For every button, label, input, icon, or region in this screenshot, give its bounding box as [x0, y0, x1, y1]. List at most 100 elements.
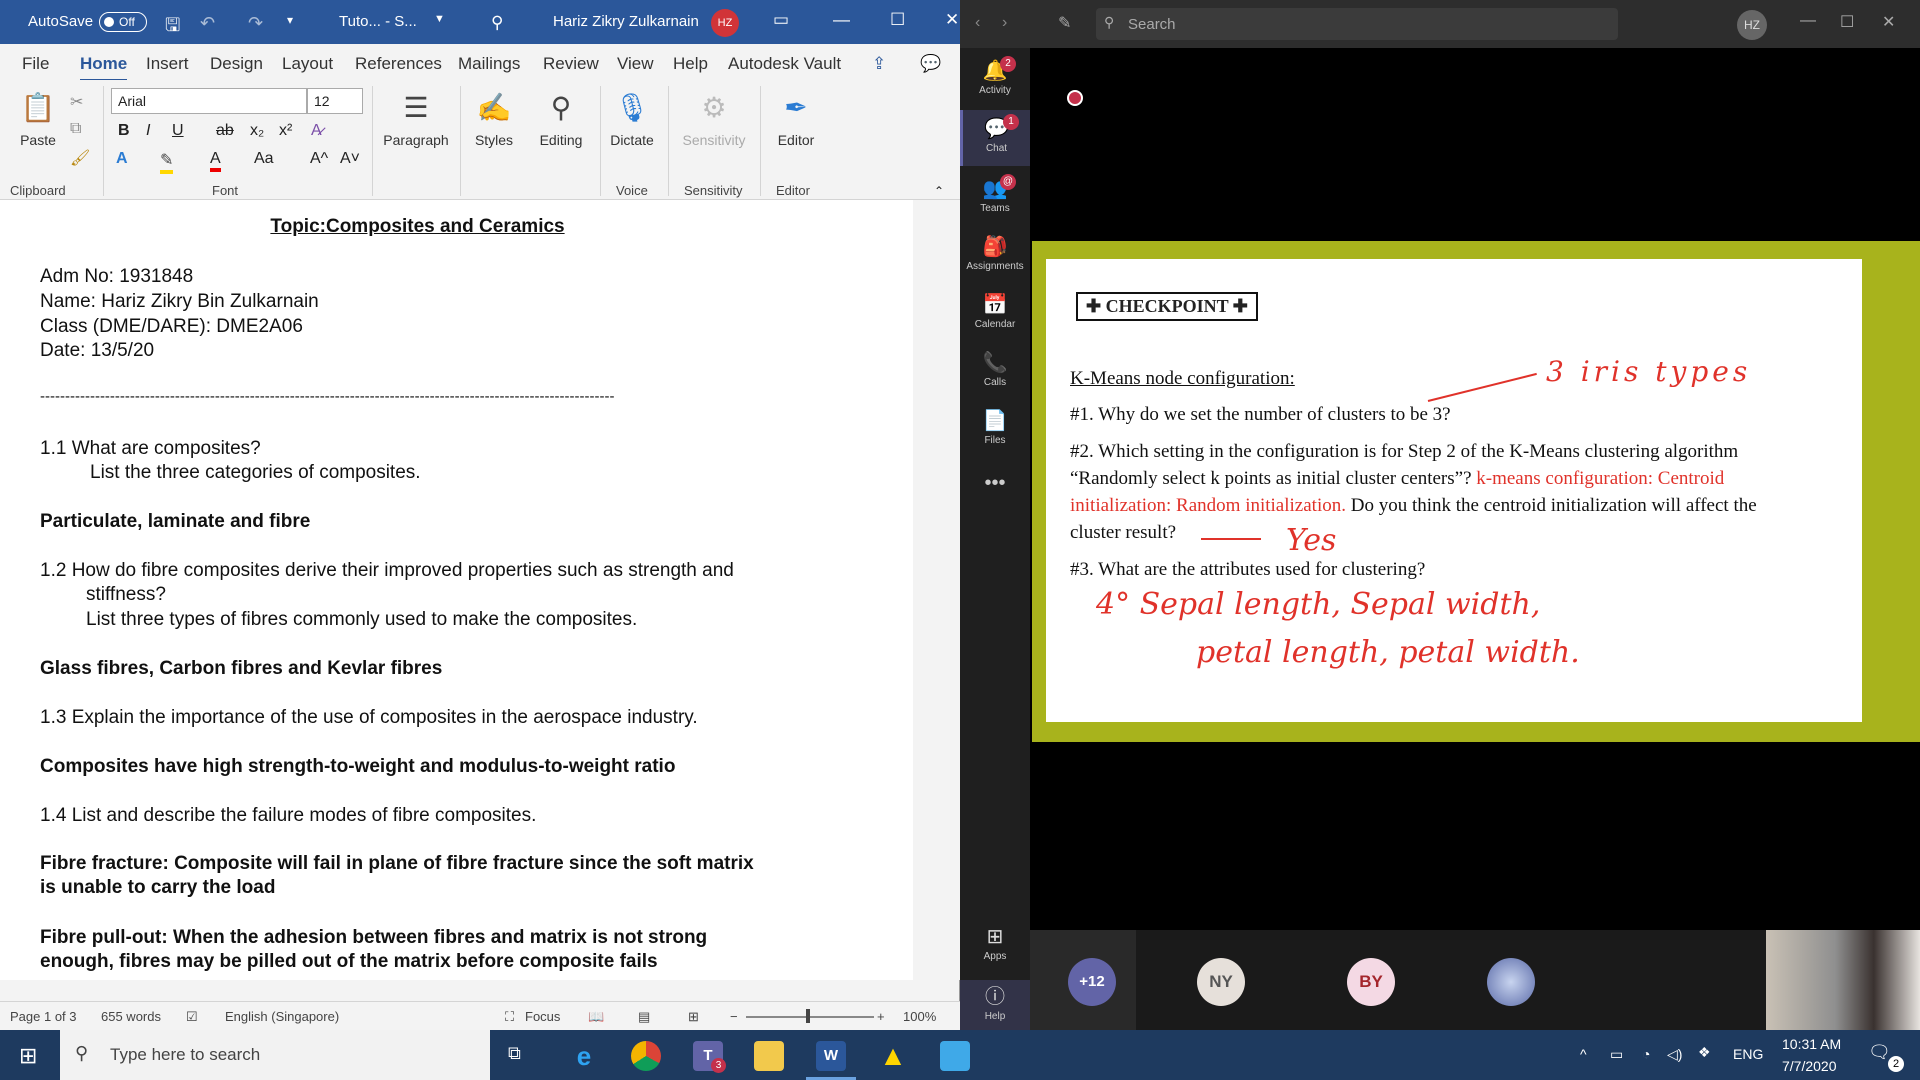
document-page[interactable]: Topic:Composites and Ceramics Adm No: 19…	[0, 200, 913, 980]
participant-by[interactable]: BY	[1286, 930, 1436, 1030]
teams-search-input[interactable]: Search	[1096, 8, 1618, 40]
word-taskbar-icon[interactable]: W	[816, 1041, 846, 1071]
title-dropdown-icon[interactable]: ▼	[434, 13, 445, 25]
focus-button[interactable]: Focus	[525, 1009, 560, 1024]
sensitivity-button[interactable]: ⚙ Sensitivity	[676, 88, 752, 148]
underline-button[interactable]: U	[172, 122, 184, 140]
shrink-font-icon[interactable]: A˅	[340, 150, 360, 168]
paragraph-button[interactable]: ☰ Paragraph	[380, 88, 452, 148]
participant-overflow[interactable]: +12	[1030, 930, 1136, 1030]
rail-apps[interactable]: ⊞ Apps	[960, 924, 1030, 976]
notification-icon[interactable]: 🗨	[1868, 1042, 1891, 1063]
compose-icon[interactable]: ✎	[1058, 13, 1071, 33]
doc-title[interactable]: Tuto... - S...	[339, 13, 417, 30]
participant-ny[interactable]: NY	[1136, 930, 1286, 1030]
tab-view[interactable]: View	[617, 54, 654, 74]
chrome-icon[interactable]	[631, 1041, 661, 1071]
zoom-slider[interactable]	[746, 1016, 874, 1018]
highlight-icon[interactable]: ✎	[160, 150, 174, 174]
ribbon-display-icon[interactable]: ▭	[773, 10, 789, 30]
wifi-icon[interactable]: ◔	[1642, 1046, 1650, 1062]
strikethrough-button[interactable]: ab	[216, 122, 234, 140]
more-apps-icon[interactable]: •••	[960, 472, 1030, 495]
save-icon[interactable]: 🖫	[165, 13, 180, 43]
language-status[interactable]: English (Singapore)	[225, 1009, 339, 1024]
tab-review[interactable]: Review	[543, 54, 599, 74]
dropbox-icon[interactable]: ❖	[1698, 1044, 1711, 1061]
grow-font-icon[interactable]: A^	[310, 150, 328, 168]
maximize-icon[interactable]: ☐	[1840, 12, 1854, 32]
dictate-button[interactable]: 🎙 Dictate	[604, 88, 660, 148]
tab-home[interactable]: Home	[80, 54, 128, 82]
autodesk-icon[interactable]: ▲	[878, 1041, 908, 1071]
teams-user-avatar[interactable]: HZ	[1737, 10, 1767, 40]
styles-button[interactable]: ✍ Styles	[466, 88, 522, 148]
battery-icon[interactable]: ▭	[1610, 1046, 1623, 1063]
word-count[interactable]: 655 words	[101, 1009, 161, 1024]
bold-button[interactable]: B	[118, 122, 130, 140]
superscript-button[interactable]: x²	[279, 122, 292, 140]
windows-start-icon[interactable]: ⊞	[19, 1043, 37, 1069]
vertical-scrollbar[interactable]	[913, 200, 960, 980]
web-layout-icon[interactable]: ⊞	[688, 1009, 699, 1025]
read-mode-icon[interactable]: 📖	[588, 1009, 604, 1025]
tray-chevron-icon[interactable]: ^	[1580, 1046, 1587, 1062]
rail-files[interactable]: 📄 Files	[960, 408, 1030, 460]
font-color-icon[interactable]: A	[210, 150, 221, 172]
tab-autodesk-vault[interactable]: Autodesk Vault	[728, 54, 841, 74]
proofing-icon[interactable]: ☑	[186, 1009, 198, 1025]
rail-teams[interactable]: 👥 Teams @	[960, 174, 1030, 228]
focus-icon[interactable]: ⛶	[505, 1009, 514, 1025]
copy-icon[interactable]: ⧉	[70, 120, 81, 138]
close-icon[interactable]: ✕	[1882, 12, 1895, 32]
autosave-toggle[interactable]: Off	[99, 12, 147, 32]
tab-file[interactable]: File	[22, 54, 49, 74]
zoom-in-icon[interactable]: +	[877, 1009, 885, 1024]
rail-calls[interactable]: 📞 Calls	[960, 350, 1030, 402]
search-icon[interactable]: ⚲	[491, 13, 503, 33]
back-icon[interactable]: ‹	[975, 14, 980, 32]
tab-design[interactable]: Design	[210, 54, 263, 74]
user-avatar[interactable]: HZ	[711, 9, 739, 37]
rail-activity[interactable]: 🔔 Activity 2	[960, 56, 1030, 110]
tab-insert[interactable]: Insert	[146, 54, 189, 74]
clock-date[interactable]: 7/7/2020	[1782, 1058, 1837, 1074]
volume-icon[interactable]: ◁)	[1667, 1046, 1682, 1063]
zoom-thumb[interactable]	[806, 1009, 810, 1023]
text-effects-icon[interactable]: A	[116, 150, 128, 168]
print-layout-icon[interactable]: ▤	[638, 1009, 650, 1025]
editor-button[interactable]: ✒ Editor	[768, 88, 824, 148]
rail-chat[interactable]: 💬 Chat 1	[960, 110, 1030, 166]
subscript-button[interactable]: x₂	[250, 122, 264, 140]
tab-mailings[interactable]: Mailings	[458, 54, 520, 74]
italic-button[interactable]: I	[146, 122, 150, 140]
task-view-icon[interactable]: ⧉	[508, 1043, 521, 1064]
zoom-out-icon[interactable]: −	[730, 1009, 738, 1024]
font-name-select[interactable]: Arial	[111, 88, 307, 114]
page-count[interactable]: Page 1 of 3	[10, 1009, 77, 1024]
photos-icon[interactable]	[940, 1041, 970, 1071]
undo-icon[interactable]: ↶	[200, 13, 215, 34]
edge-icon[interactable]: e	[569, 1041, 599, 1071]
collapse-ribbon-icon[interactable]: ⌃	[934, 184, 944, 198]
clear-formatting-icon[interactable]: A̷	[311, 122, 322, 140]
font-size-select[interactable]: 12	[307, 88, 363, 114]
user-name[interactable]: Hariz Zikry Zulkarnain	[553, 13, 699, 30]
rail-calendar[interactable]: 📅 Calendar	[960, 292, 1030, 344]
change-case-icon[interactable]: Aa	[254, 150, 274, 168]
comments-icon[interactable]: 💬	[920, 54, 941, 74]
tab-layout[interactable]: Layout	[282, 54, 333, 74]
share-icon[interactable]: ⇪	[872, 54, 886, 74]
tab-help[interactable]: Help	[673, 54, 708, 74]
minimize-icon[interactable]: —	[833, 10, 850, 30]
maximize-icon[interactable]: ☐	[890, 10, 905, 30]
forward-icon[interactable]: ›	[1002, 14, 1007, 32]
clock-time[interactable]: 10:31 AM	[1782, 1036, 1841, 1052]
editing-button[interactable]: ⚲ Editing	[530, 88, 592, 148]
rail-help[interactable]: ⓘ Help	[960, 980, 1030, 1030]
close-icon[interactable]: ✕	[945, 10, 959, 30]
cut-icon[interactable]: ✂	[70, 92, 83, 112]
self-video[interactable]	[1766, 930, 1920, 1030]
zoom-level[interactable]: 100%	[903, 1009, 936, 1024]
redo-icon[interactable]: ↷	[248, 13, 263, 34]
